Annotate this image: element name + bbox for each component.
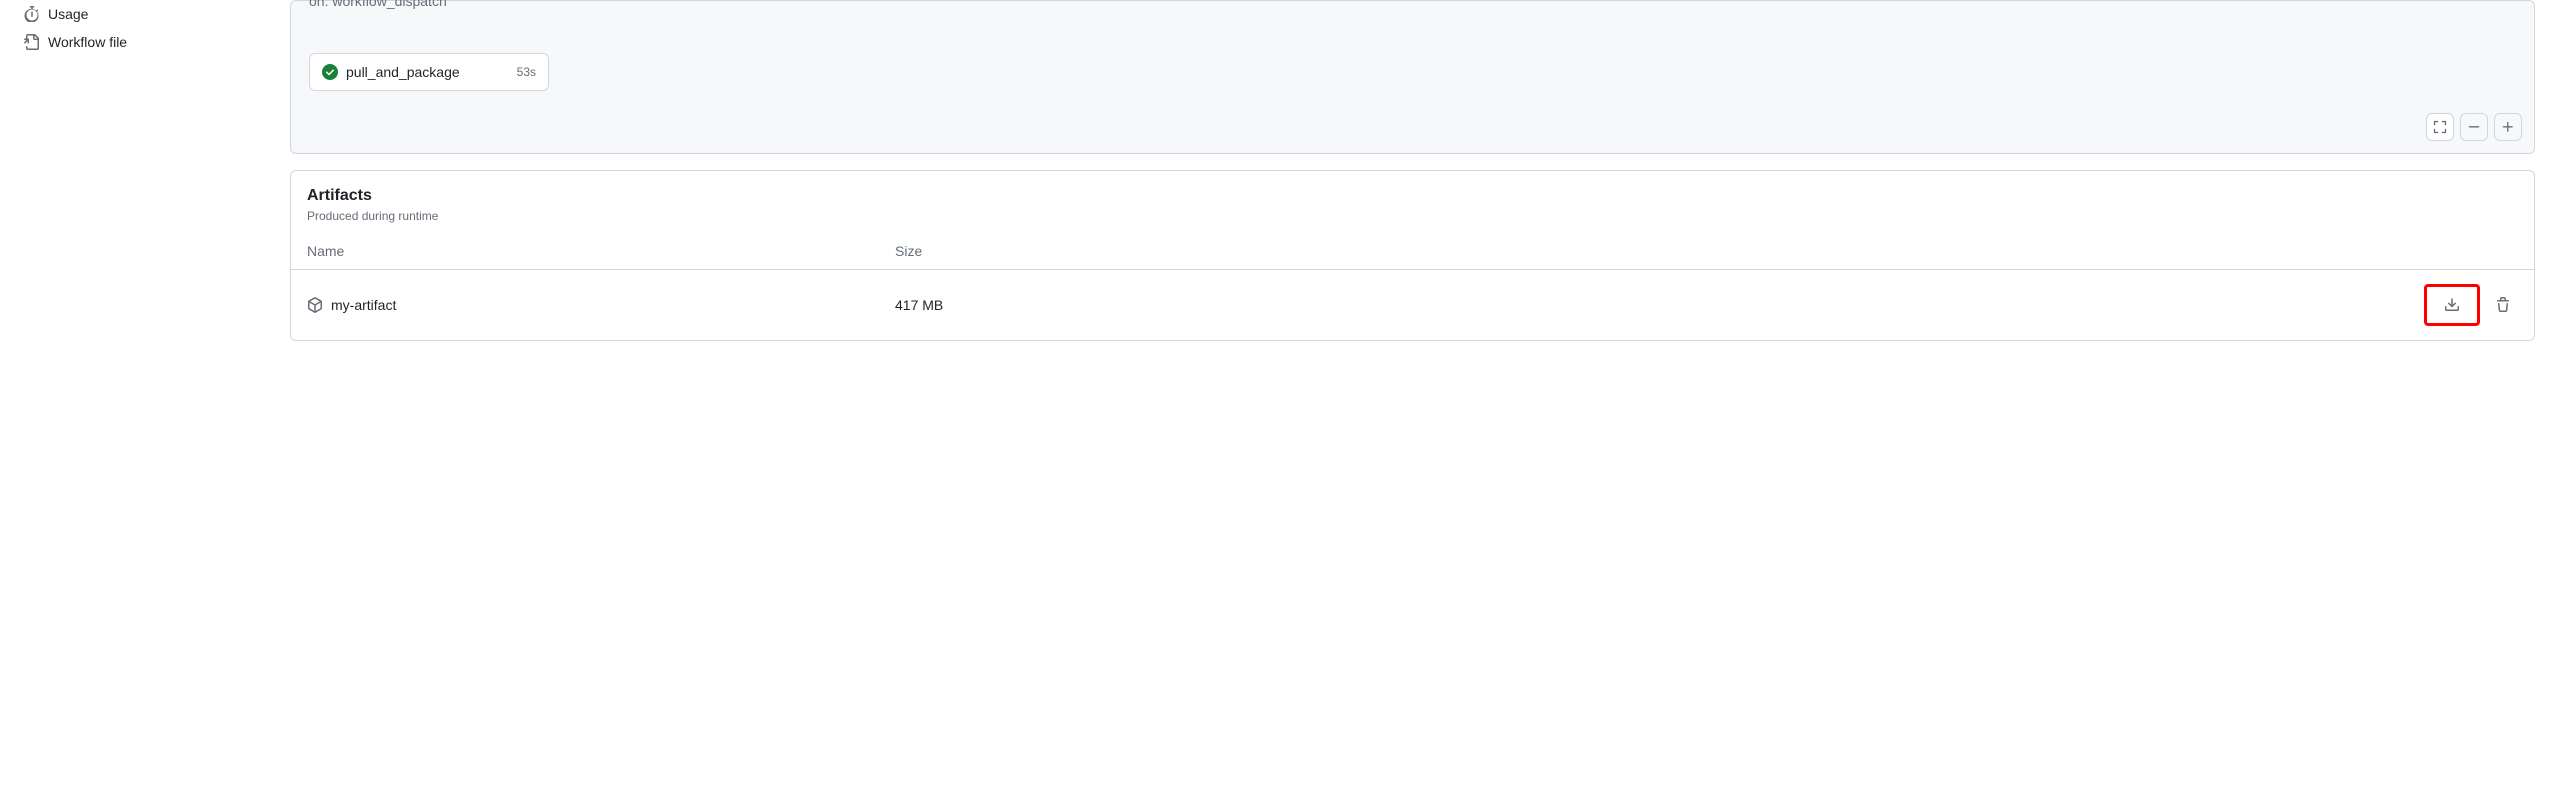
artifact-size: 417 MB [895,297,2424,313]
job-name: pull_and_package [346,64,517,80]
artifacts-col-size: Size [895,243,2518,259]
sidebar-item-label: Usage [48,6,88,22]
artifacts-subtitle: Produced during runtime [307,209,2518,223]
delete-artifact-button[interactable] [2488,290,2518,320]
sidebar-item-label: Workflow file [48,34,127,50]
artifacts-col-name: Name [307,243,895,259]
job-duration: 53s [517,65,536,79]
trash-icon [2495,297,2511,313]
artifacts-title: Artifacts [307,187,2518,205]
download-artifact-button[interactable] [2437,290,2467,320]
package-icon [307,297,323,313]
zoom-in-button[interactable] [2494,113,2522,141]
workflow-graph-panel: on: workflow_dispatch pull_and_package 5… [290,0,2535,154]
download-icon [2444,297,2460,313]
file-symlink-icon [24,34,40,50]
stopwatch-icon [24,6,40,22]
job-card[interactable]: pull_and_package 53s [309,53,549,91]
workflow-trigger-text: on: workflow_dispatch [309,0,2516,9]
annotation-highlight [2424,284,2480,326]
artifacts-panel: Artifacts Produced during runtime Name S… [290,170,2535,341]
artifact-name-link[interactable]: my-artifact [331,297,396,313]
sidebar-item-usage[interactable]: Usage [16,0,274,28]
fullscreen-button[interactable] [2426,113,2454,141]
fullscreen-icon [2433,120,2447,134]
artifacts-table-header: Name Size [291,235,2534,269]
artifact-row: my-artifact 417 MB [291,269,2534,340]
minus-icon [2467,120,2481,134]
sidebar-item-workflow-file[interactable]: Workflow file [16,28,274,56]
plus-icon [2501,120,2515,134]
check-circle-icon [322,64,338,80]
zoom-out-button[interactable] [2460,113,2488,141]
